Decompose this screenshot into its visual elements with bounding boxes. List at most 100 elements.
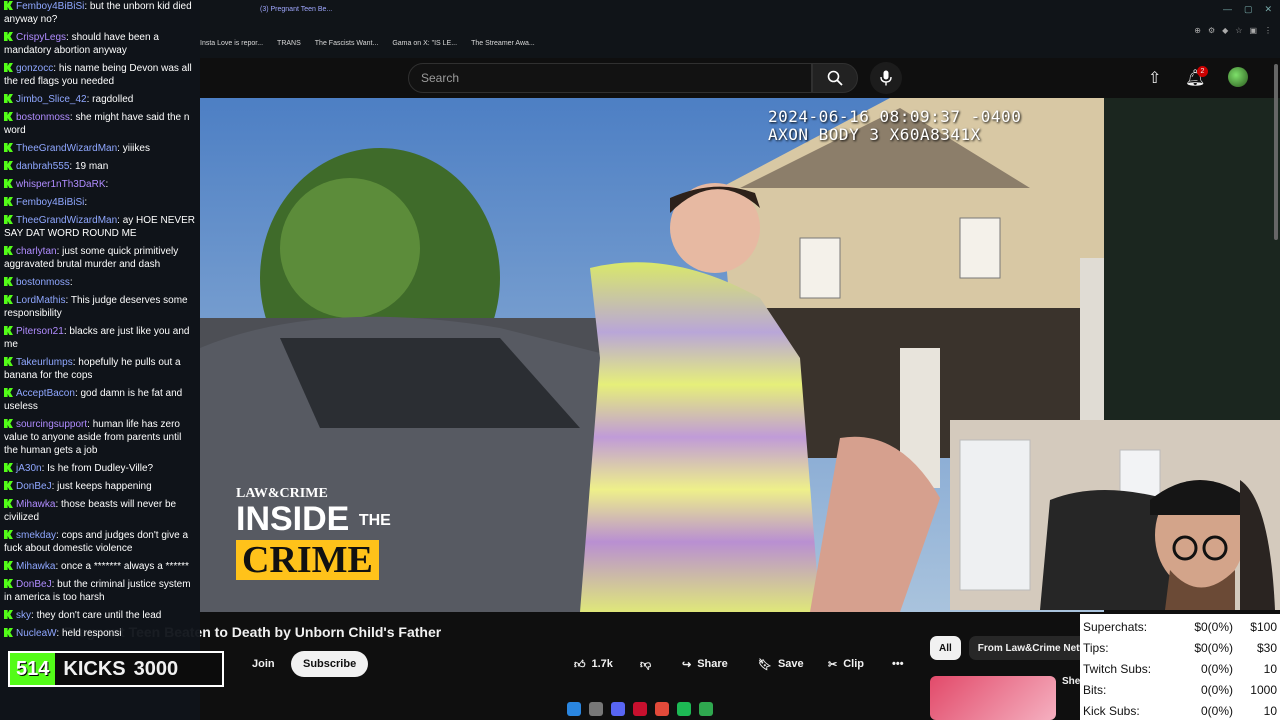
chat-username[interactable]: Femboy4BiBiSi (16, 1, 84, 12)
more-actions-button[interactable]: ••• (880, 651, 916, 677)
stats-goal: 1000 (1250, 682, 1277, 697)
shield-icon[interactable]: ◆ (1222, 26, 1228, 35)
like-count: 1.7k (591, 658, 613, 670)
chat-username[interactable]: sourcingsupport (16, 419, 87, 430)
windows-start-icon[interactable] (567, 702, 581, 716)
stats-value: 0(0%) (1200, 682, 1233, 697)
app-icon[interactable] (655, 702, 669, 716)
chat-username[interactable]: CrispyLegs (16, 32, 66, 43)
chat-username[interactable]: jA30n (16, 463, 42, 474)
bookmark-item[interactable]: Gama on X: "IS LE... (392, 40, 457, 47)
chat-username[interactable]: Femboy4BiBiSi (16, 197, 84, 208)
join-button[interactable]: Join (240, 651, 287, 677)
subscribe-label: Subscribe (303, 658, 357, 670)
stats-goal: 10 (1263, 661, 1277, 676)
chat-message: LordMathis: This judge deserves some res… (4, 294, 196, 320)
bookmark-item[interactable]: The Fascists Want... (315, 40, 379, 47)
recommended-thumbnail[interactable] (930, 676, 1056, 720)
stats-row: Twitch Subs: 0(0%) 10 (1083, 659, 1277, 680)
chat-username[interactable]: smekday (16, 530, 56, 541)
chat-username[interactable]: LordMathis (16, 295, 65, 306)
dislike-button[interactable]: 👎︎ (628, 651, 663, 677)
search-button[interactable] (812, 63, 858, 93)
minimize-icon[interactable]: — (1223, 4, 1232, 15)
kick-badge-icon (4, 579, 13, 588)
zoom-icon[interactable]: ⊕ (1194, 26, 1201, 35)
chat-text: yiiikes (122, 143, 150, 154)
bookmark-item[interactable]: Insta Love is repor... (200, 40, 263, 47)
chat-username[interactable]: TheeGrandWizardMan (16, 215, 117, 226)
chat-username[interactable]: Jimbo_Slice_42 (16, 94, 87, 105)
recommended-title[interactable]: She (1062, 676, 1080, 687)
chat-message: gonzocc: his name being Devon was all th… (4, 62, 196, 88)
stats-value: $0(0%) (1194, 641, 1233, 656)
like-button[interactable]: 👍︎ 1.7k (562, 651, 625, 677)
side-panel (1104, 98, 1280, 420)
stats-label: Twitch Subs: (1083, 661, 1152, 676)
chat-username[interactable]: DonBeJ (16, 481, 52, 492)
chat-username[interactable]: AcceptBacon (16, 388, 75, 399)
chat-username[interactable]: bostonmoss (16, 112, 70, 123)
chat-message: Femboy4BiBiSi: but the unborn kid died a… (4, 0, 196, 26)
stats-label: Tips: (1083, 641, 1109, 656)
kick-badge-icon (4, 161, 13, 170)
app-icon[interactable] (699, 702, 713, 716)
chat-text: 19 man (74, 161, 109, 172)
chat-message: DonBeJ: but the criminal justice system … (4, 578, 196, 604)
star-icon[interactable]: ☆ (1235, 26, 1242, 35)
chat-username[interactable]: NucleaW (16, 628, 56, 639)
chat-username[interactable]: whisper1nTh3DaRK (16, 179, 106, 190)
kick-current: 514 (10, 653, 56, 685)
browser-icon[interactable] (633, 702, 647, 716)
chat-username[interactable]: sky (16, 610, 31, 621)
chat-username[interactable]: Mihawka (16, 499, 55, 510)
settings-icon[interactable]: ⚙ (1208, 26, 1215, 35)
chat-message: Takeurlumps: hopefully he pulls out a ba… (4, 356, 196, 382)
thumbs-down-icon: 👎︎ (640, 658, 652, 671)
kick-badge-icon (4, 63, 13, 72)
upload-icon[interactable]: ⇧ (1148, 68, 1161, 88)
chat-message: TheeGrandWizardMan: yiiikes (4, 142, 196, 155)
puzzle-icon[interactable]: ▣ (1249, 26, 1257, 35)
voice-search-button[interactable] (870, 62, 902, 94)
kick-badge-icon (4, 246, 13, 255)
browser-toolbar: (3) Pregnant Teen Be... Insta Love is re… (200, 0, 1280, 58)
chat-text: held responsi (61, 628, 122, 639)
chip-all[interactable]: All (930, 636, 961, 660)
browser-tab[interactable]: (3) Pregnant Teen Be... (260, 6, 332, 13)
show-logo: LAW&CRIME INSIDE THE CRIME (236, 486, 391, 581)
search-input[interactable]: Search (408, 63, 812, 93)
page-scrollbar[interactable] (1274, 64, 1278, 240)
save-button[interactable]: 🔖︎ Save (746, 651, 816, 677)
chat-username[interactable]: DonBeJ (16, 579, 52, 590)
bookmark-item[interactable]: The Streamer Awa... (471, 40, 535, 47)
subscribe-button[interactable]: Subscribe (291, 651, 369, 677)
stats-row: Tips: $0(0%) $30 (1083, 638, 1277, 659)
chat-message: AcceptBacon: god damn is he fat and usel… (4, 387, 196, 413)
chat-username[interactable]: Mihawka (16, 561, 55, 572)
chat-username[interactable]: gonzocc (16, 63, 53, 74)
taskbar (540, 698, 740, 720)
search-taskbar-icon[interactable] (589, 702, 603, 716)
chat-username[interactable]: TheeGrandWizardMan (16, 143, 117, 154)
scissors-icon: ✂ (828, 658, 838, 671)
share-button[interactable]: ↪ Share (670, 651, 740, 677)
search-icon (827, 70, 843, 86)
chat-message: Mihawka: those beasts will never be civi… (4, 498, 196, 524)
maximize-icon[interactable]: ▢ (1244, 4, 1253, 15)
clip-button[interactable]: ✂ Clip (816, 651, 876, 677)
chat-message: TheeGrandWizardMan: ay HOE NEVER SAY DAT… (4, 214, 196, 240)
bookmark-item[interactable]: TRANS (277, 40, 301, 47)
close-icon[interactable]: ✕ (1264, 4, 1272, 15)
chat-username[interactable]: charlytan (16, 246, 57, 257)
menu-icon[interactable]: ⋮ (1264, 26, 1272, 35)
spotify-icon[interactable] (677, 702, 691, 716)
chat-username[interactable]: bostonmoss (16, 277, 70, 288)
discord-icon[interactable] (611, 702, 625, 716)
notification-badge: 2 (1197, 66, 1208, 77)
chat-username[interactable]: Piterson21 (16, 326, 64, 337)
chat-username[interactable]: Takeurlumps (16, 357, 73, 368)
kick-badge-icon (4, 112, 13, 121)
chat-username[interactable]: danbrah555 (16, 161, 69, 172)
avatar[interactable] (1228, 67, 1248, 87)
